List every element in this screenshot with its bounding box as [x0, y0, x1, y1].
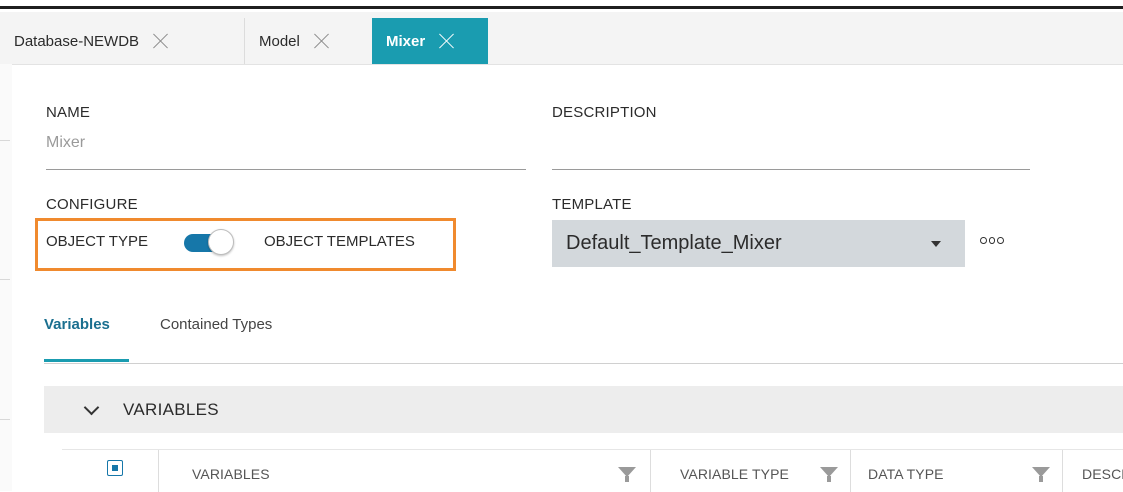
caret-down-icon [931, 241, 941, 247]
tab-label: Mixer [386, 32, 426, 50]
description-field[interactable] [552, 134, 1030, 164]
description-field-underline [552, 169, 1030, 170]
close-icon[interactable] [151, 31, 171, 51]
dot [980, 236, 987, 244]
chevron-down-icon[interactable] [83, 399, 100, 416]
description-label: DESCRIPTION [552, 104, 657, 121]
filter-icon[interactable] [618, 467, 636, 482]
column-separator [650, 450, 651, 492]
column-header-variables[interactable]: VARIABLES [192, 466, 270, 482]
template-dropdown[interactable]: Default_Template_Mixer [552, 220, 965, 267]
tab-model[interactable]: Model [244, 18, 373, 64]
column-separator [1062, 450, 1063, 492]
dot [988, 236, 996, 244]
more-options-icon[interactable] [980, 233, 1005, 247]
gutter-divider [0, 419, 10, 420]
name-field[interactable]: Mixer [46, 134, 85, 152]
column-header-data-type[interactable]: DATA TYPE [868, 466, 944, 482]
dot [997, 236, 1005, 244]
name-field-underline [46, 169, 526, 170]
window-top-border [0, 0, 1123, 9]
tab-label: Model [259, 32, 300, 50]
template-label: TEMPLATE [552, 196, 632, 213]
tab-contained-types[interactable]: Contained Types [160, 316, 272, 333]
document-tab-bar: Database-NEWDB Model Mixer [0, 12, 1123, 65]
filter-icon[interactable] [820, 467, 838, 482]
tab-database-newdb[interactable]: Database-NEWDB [0, 18, 244, 64]
variables-table-header: VARIABLES VARIABLE TYPE DATA TYPE DESCR [62, 449, 1123, 492]
tab-variables[interactable]: Variables [44, 316, 110, 333]
column-separator [850, 450, 851, 492]
toggle-knob [208, 229, 234, 255]
close-icon[interactable] [312, 31, 332, 51]
column-header-variable-type[interactable]: VARIABLE TYPE [680, 466, 789, 482]
gutter-divider [0, 140, 10, 141]
configure-label: CONFIGURE [46, 196, 138, 213]
variables-section-header[interactable]: VARIABLES [44, 386, 1123, 433]
toggle-label-object-templates: OBJECT TEMPLATES [264, 233, 415, 250]
toggle-label-object-type: OBJECT TYPE [46, 233, 148, 250]
close-icon[interactable] [437, 31, 457, 51]
tab-mixer[interactable]: Mixer [372, 18, 488, 64]
name-label: NAME [46, 104, 91, 121]
filter-icon[interactable] [1032, 467, 1050, 482]
active-tab-indicator [44, 359, 129, 362]
column-header-description[interactable]: DESCR [1082, 466, 1123, 482]
gutter-divider [0, 279, 10, 280]
template-selected-value: Default_Template_Mixer [566, 232, 782, 254]
configure-toggle[interactable] [182, 229, 235, 256]
left-gutter [0, 64, 12, 491]
subtab-divider [44, 363, 1123, 364]
column-separator [158, 450, 159, 492]
select-all-checkbox[interactable] [107, 460, 123, 476]
tab-label: Database-NEWDB [14, 32, 140, 50]
section-title: VARIABLES [123, 400, 219, 419]
